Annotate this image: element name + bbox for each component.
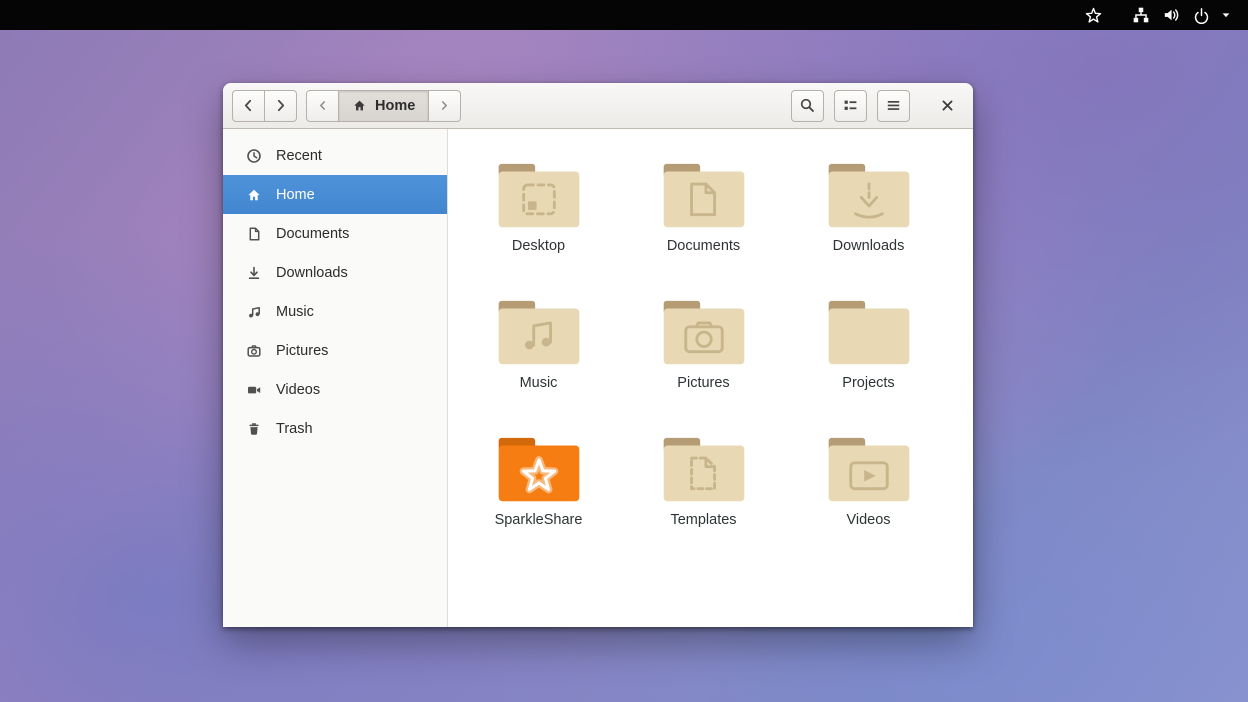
forward-button[interactable] [264, 90, 297, 122]
list-view-icon [842, 97, 859, 114]
camera-icon [246, 343, 262, 359]
close-button[interactable] [931, 91, 964, 121]
folder-label: Documents [667, 238, 740, 254]
folder-item-music[interactable]: Music [456, 288, 621, 425]
network-icon[interactable] [1126, 0, 1156, 30]
path-home-label: Home [375, 98, 415, 114]
folder-label: Pictures [677, 375, 729, 391]
power-icon[interactable] [1186, 0, 1216, 30]
search-icon [799, 97, 816, 114]
sidebar-item-trash[interactable]: Trash [223, 409, 447, 448]
desktop-background: { "topbar": { "icons": [ { "name": "favo… [0, 0, 1248, 702]
folder-label: Music [520, 375, 558, 391]
trash-icon [246, 421, 262, 437]
volume-icon[interactable] [1156, 0, 1186, 30]
path-bar: Home [306, 90, 461, 122]
folder-icon [821, 433, 917, 508]
file-manager-window: Home Recent Ho [223, 83, 973, 627]
window-body: Recent Home Documents Downloads Music Pi… [223, 129, 973, 627]
music-note-icon [246, 304, 262, 320]
download-icon [246, 265, 262, 281]
sidebar-item-documents[interactable]: Documents [223, 214, 447, 253]
search-button[interactable] [791, 90, 824, 122]
folder-icon [656, 159, 752, 234]
folder-item-documents[interactable]: Documents [621, 151, 786, 288]
folder-label: SparkleShare [495, 512, 583, 528]
folder-grid: Desktop Documents [456, 151, 973, 562]
sidebar-item-downloads[interactable]: Downloads [223, 253, 447, 292]
headerbar: Home [223, 83, 973, 129]
folder-label: Desktop [512, 238, 565, 254]
arrow-right-small-icon [438, 99, 451, 112]
folder-icon [491, 159, 587, 234]
folder-icon [491, 433, 587, 508]
folder-item-sparkleshare[interactable]: SparkleShare [456, 425, 621, 562]
chevron-down-icon[interactable] [1216, 0, 1236, 30]
folder-item-projects[interactable]: Projects [786, 288, 951, 425]
sidebar-item-label: Music [276, 304, 314, 320]
sidebar-item-home[interactable]: Home [223, 175, 447, 214]
folder-item-videos[interactable]: Videos [786, 425, 951, 562]
folder-label: Templates [670, 512, 736, 528]
folder-label: Videos [846, 512, 890, 528]
recent-clock-icon [246, 148, 262, 164]
home-icon [352, 98, 367, 113]
menu-button[interactable] [877, 90, 910, 122]
sidebar-item-videos[interactable]: Videos [223, 370, 447, 409]
home-icon [246, 187, 262, 203]
chevron-left-icon [240, 97, 257, 114]
sidebar-item-label: Documents [276, 226, 349, 242]
sidebar: Recent Home Documents Downloads Music Pi… [223, 129, 448, 627]
folder-icon [656, 296, 752, 371]
back-button[interactable] [232, 90, 265, 122]
sidebar-item-music[interactable]: Music [223, 292, 447, 331]
close-icon [939, 97, 956, 114]
sidebar-item-label: Trash [276, 421, 313, 437]
favorites-star-icon[interactable] [1078, 0, 1108, 30]
view-button[interactable] [834, 90, 867, 122]
sidebar-item-label: Videos [276, 382, 320, 398]
arrow-left-small-icon [316, 99, 329, 112]
sidebar-item-label: Pictures [276, 343, 328, 359]
sidebar-item-label: Downloads [276, 265, 348, 281]
hamburger-icon [885, 97, 902, 114]
nav-button-group [232, 90, 297, 122]
folder-icon [491, 296, 587, 371]
top-bar [0, 0, 1248, 30]
sidebar-item-label: Home [276, 187, 315, 203]
sidebar-item-label: Recent [276, 148, 322, 164]
folder-item-templates[interactable]: Templates [621, 425, 786, 562]
folder-item-desktop[interactable]: Desktop [456, 151, 621, 288]
sidebar-item-recent[interactable]: Recent [223, 136, 447, 175]
sidebar-item-pictures[interactable]: Pictures [223, 331, 447, 370]
folder-icon [821, 159, 917, 234]
folder-label: Downloads [833, 238, 905, 254]
folder-icon [821, 296, 917, 371]
document-icon [246, 226, 262, 242]
folder-item-downloads[interactable]: Downloads [786, 151, 951, 288]
path-home-button[interactable]: Home [338, 90, 429, 122]
content-area: Desktop Documents [448, 129, 973, 627]
video-icon [246, 382, 262, 398]
folder-icon [656, 433, 752, 508]
chevron-right-icon [272, 97, 289, 114]
folder-label: Projects [842, 375, 894, 391]
folder-item-pictures[interactable]: Pictures [621, 288, 786, 425]
path-next-button[interactable] [428, 90, 461, 122]
path-prev-button[interactable] [306, 90, 339, 122]
